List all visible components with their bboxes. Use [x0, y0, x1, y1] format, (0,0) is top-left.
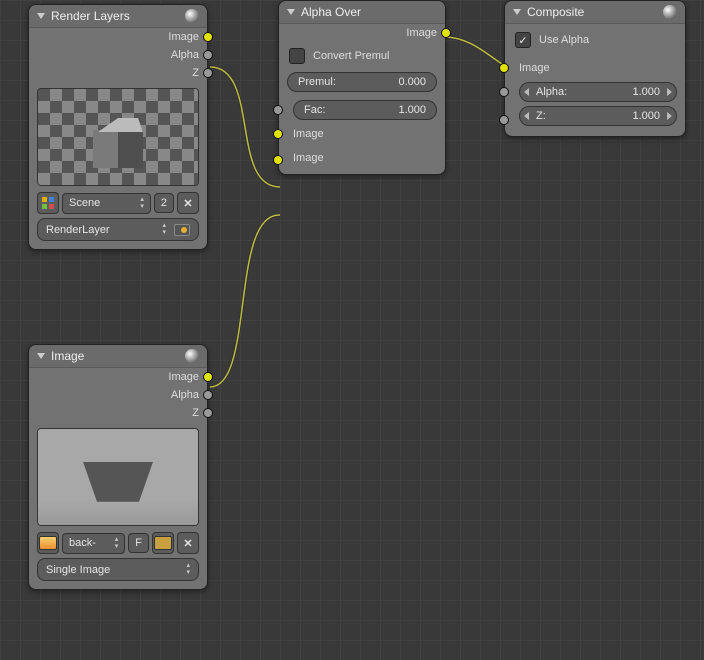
alpha-value: 1.000 — [632, 86, 660, 98]
socket-label: Image — [406, 27, 437, 39]
preview-image — [37, 88, 199, 186]
fac-field[interactable]: Fac: 1.000 — [293, 100, 437, 120]
socket-out-image[interactable] — [203, 372, 213, 382]
input-image: Image — [505, 56, 685, 80]
node-title: Composite — [527, 5, 659, 19]
input-image-1: Image — [279, 122, 445, 146]
image-mode: Single Image — [46, 564, 110, 576]
unlink-button[interactable]: ✕ — [177, 192, 199, 214]
socket-label: Image — [168, 31, 199, 43]
input-image-2: Image — [279, 146, 445, 174]
socket-in-image[interactable] — [499, 63, 509, 73]
socket-label: Image — [519, 62, 550, 74]
output-image: Image — [29, 368, 207, 386]
socket-out-z[interactable] — [203, 68, 213, 78]
node-header[interactable]: Render Layers — [29, 5, 207, 28]
collapse-icon[interactable] — [37, 13, 45, 19]
socket-label: Z — [192, 407, 199, 419]
preview-sphere-icon — [185, 349, 199, 363]
premul-field[interactable]: Premul: 0.000 — [287, 72, 437, 92]
image-mode-select[interactable]: Single Image ▴▾ — [37, 558, 199, 581]
use-alpha-label: Use Alpha — [539, 34, 589, 46]
collapse-icon[interactable] — [287, 9, 295, 15]
node-header[interactable]: Alpha Over — [279, 1, 445, 24]
collapse-icon[interactable] — [37, 353, 45, 359]
premul-value: 0.000 — [398, 76, 426, 88]
preview-sphere-icon — [663, 5, 677, 19]
z-value: 1.000 — [632, 110, 660, 122]
scene-select[interactable]: Scene ▴▾ — [62, 193, 151, 214]
render-icon[interactable] — [174, 224, 190, 236]
z-row: Z: 1.000 — [505, 104, 685, 136]
scene-users[interactable]: 2 — [154, 193, 174, 213]
node-composite[interactable]: Composite ✓ Use Alpha Image Alpha: 1.000… — [504, 0, 686, 137]
output-image: Image — [279, 24, 445, 42]
browse-image-icon[interactable] — [37, 532, 59, 554]
z-label: Z: — [536, 110, 546, 122]
socket-label: Image — [293, 128, 324, 140]
socket-out-image[interactable] — [203, 32, 213, 42]
socket-in-fac[interactable] — [273, 105, 283, 115]
socket-label: Alpha — [171, 389, 199, 401]
scene-name: Scene — [69, 197, 100, 209]
alpha-label: Alpha: — [536, 86, 567, 98]
preview-image — [37, 428, 199, 526]
alpha-row: Alpha: 1.000 — [505, 80, 685, 104]
socket-in-z[interactable] — [499, 115, 509, 125]
use-alpha-row: ✓ Use Alpha — [505, 24, 685, 56]
convert-premul-checkbox[interactable] — [289, 48, 305, 64]
socket-label: Z — [192, 67, 199, 79]
premul-label: Premul: — [298, 76, 336, 88]
node-title: Render Layers — [51, 9, 181, 23]
output-image: Image — [29, 28, 207, 46]
image-name[interactable]: back- ▴▾ — [62, 533, 125, 554]
output-alpha: Alpha — [29, 386, 207, 404]
node-header[interactable]: Composite — [505, 1, 685, 24]
convert-label: Convert Premul — [313, 50, 389, 62]
node-image[interactable]: Image Image Alpha Z back- ▴▾ F ✕ Single … — [28, 344, 208, 590]
image-file: back- — [69, 537, 96, 549]
socket-out-alpha[interactable] — [203, 50, 213, 60]
open-file-icon[interactable] — [152, 532, 174, 554]
fac-row: Fac: 1.000 — [279, 98, 445, 122]
socket-out-alpha[interactable] — [203, 390, 213, 400]
fake-user-button[interactable]: F — [128, 533, 149, 553]
socket-label: Alpha — [171, 49, 199, 61]
unlink-button[interactable]: ✕ — [177, 532, 199, 554]
fac-value: 1.000 — [398, 104, 426, 116]
node-title: Alpha Over — [301, 5, 437, 19]
socket-in-image2[interactable] — [273, 155, 283, 165]
node-render-layers[interactable]: Render Layers Image Alpha Z Scene ▴▾ 2 ✕… — [28, 4, 208, 250]
use-alpha-checkbox[interactable]: ✓ — [515, 32, 531, 48]
z-field[interactable]: Z: 1.000 — [519, 106, 677, 126]
socket-out-z[interactable] — [203, 408, 213, 418]
socket-label: Image — [168, 371, 199, 383]
layer-name: RenderLayer — [46, 224, 110, 236]
node-alpha-over[interactable]: Alpha Over Image Convert Premul Premul: … — [278, 0, 446, 175]
socket-in-image1[interactable] — [273, 129, 283, 139]
renderlayer-select[interactable]: RenderLayer ▴▾ — [37, 218, 199, 241]
fac-label: Fac: — [304, 104, 325, 116]
output-z: Z — [29, 64, 207, 82]
preview-sphere-icon — [185, 9, 199, 23]
browse-scene-icon[interactable] — [37, 192, 59, 214]
socket-label: Image — [293, 152, 324, 164]
socket-out-image[interactable] — [441, 28, 451, 38]
convert-premul-row: Convert Premul — [279, 42, 445, 70]
node-header[interactable]: Image — [29, 345, 207, 368]
node-title: Image — [51, 349, 181, 363]
output-alpha: Alpha — [29, 46, 207, 64]
alpha-field[interactable]: Alpha: 1.000 — [519, 82, 677, 102]
socket-in-alpha[interactable] — [499, 87, 509, 97]
output-z: Z — [29, 404, 207, 422]
collapse-icon[interactable] — [513, 9, 521, 15]
